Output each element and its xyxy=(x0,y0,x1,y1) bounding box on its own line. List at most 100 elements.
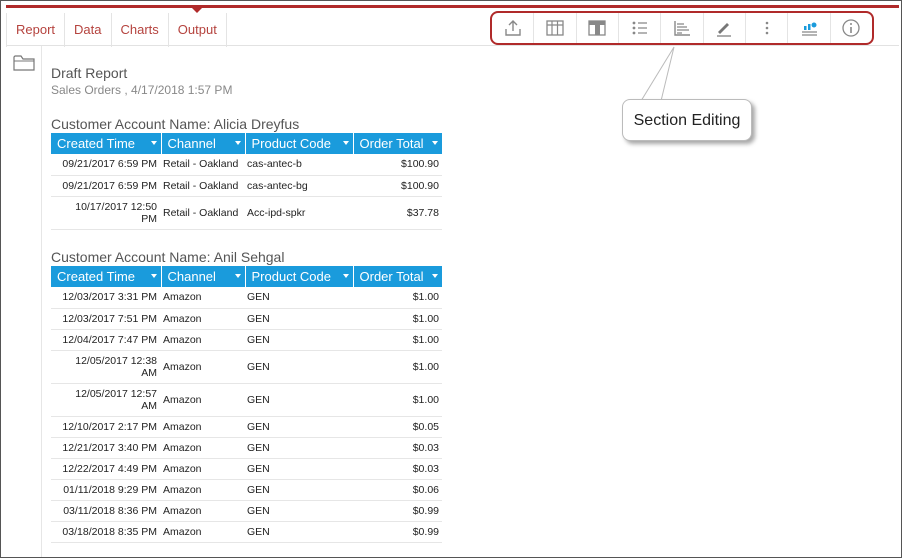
left-rail xyxy=(6,46,42,557)
cell-order-total: $1.00 xyxy=(353,350,442,384)
format-icon xyxy=(717,23,732,37)
tab-data[interactable]: Data xyxy=(65,13,112,47)
column-product-code[interactable]: Product Code xyxy=(245,133,354,154)
table-row: 10/17/2017 12:50 PM Retail - Oakland Acc-… xyxy=(51,196,442,230)
column-product-code[interactable]: Product Code xyxy=(245,266,354,287)
tab-output[interactable]: Output xyxy=(169,8,227,47)
cell-created-time: 12/04/2017 7:47 PM xyxy=(51,329,161,351)
column-created-time[interactable]: Created Time xyxy=(51,266,162,287)
cell-product-code: GEN xyxy=(245,437,353,459)
cell-channel: Amazon xyxy=(161,329,245,351)
cell-order-total: $1.00 xyxy=(353,329,442,351)
cell-created-time: 12/03/2017 3:31 PM xyxy=(51,287,161,309)
sort-caret-icon[interactable] xyxy=(234,274,241,278)
cell-product-code: GEN xyxy=(245,329,353,351)
cell-created-time: 01/11/2018 9:29 PM xyxy=(51,479,161,501)
table-button[interactable] xyxy=(534,13,577,43)
cell-channel: Amazon xyxy=(161,500,245,522)
orders-table: Created Time Channel Product Code Order … xyxy=(51,133,442,230)
cell-order-total: $1.00 xyxy=(353,287,442,309)
report-header: Draft Report Sales Orders , 4/17/2018 1:… xyxy=(51,65,232,97)
time-line-2: PM xyxy=(141,212,157,225)
cell-channel: Retail - Oakland xyxy=(161,196,245,230)
table-row: 12/21/2017 3:40 PM Amazon GEN $0.03 xyxy=(51,437,442,459)
cell-order-total: $100.90 xyxy=(353,175,442,197)
column-label: Created Time xyxy=(57,269,136,284)
list-icon xyxy=(632,21,647,35)
cell-created-time: 09/21/2017 6:59 PM xyxy=(51,175,161,197)
table-row: 09/21/2017 6:59 PM Retail - Oakland cas-… xyxy=(51,175,442,197)
cell-order-total: $0.03 xyxy=(353,458,442,480)
cell-order-total: $0.99 xyxy=(353,521,442,543)
column-order-total[interactable]: Order Total xyxy=(353,133,442,154)
cell-order-total: $0.03 xyxy=(353,437,442,459)
sort-caret-icon[interactable] xyxy=(342,274,349,278)
column-channel[interactable]: Channel xyxy=(161,266,246,287)
cell-order-total: $0.99 xyxy=(353,500,442,522)
table-row: 12/03/2017 7:51 PM Amazon GEN $1.00 xyxy=(51,308,442,330)
table-row: 09/21/2017 6:59 PM Retail - Oakland cas-… xyxy=(51,154,442,176)
column-channel[interactable]: Channel xyxy=(161,133,246,154)
tab-report[interactable]: Report xyxy=(6,13,66,47)
cell-product-code: GEN xyxy=(245,500,353,522)
cell-created-time: 12/05/2017 12:57 AM xyxy=(51,383,161,417)
cell-channel: Amazon xyxy=(161,383,245,417)
cell-channel: Amazon xyxy=(161,437,245,459)
info-button[interactable] xyxy=(831,13,872,43)
column-label: Product Code xyxy=(251,136,332,151)
sort-caret-icon[interactable] xyxy=(432,274,438,278)
table-row: 12/05/2017 12:57 AM Amazon GEN $1.00 xyxy=(51,383,442,417)
group-anil-sehgal: Customer Account Name: Anil Sehgal Creat… xyxy=(51,249,442,543)
group-title: Customer Account Name: Anil Sehgal xyxy=(51,249,285,265)
report-title: Draft Report xyxy=(51,65,128,81)
app-frame: Report Data Charts Output Draft Report S… xyxy=(0,0,902,558)
cell-product-code: GEN xyxy=(245,521,353,543)
cell-order-total: $100.90 xyxy=(353,154,442,176)
sort-caret-icon[interactable] xyxy=(150,274,157,278)
cell-product-code: GEN xyxy=(245,350,353,384)
list-button[interactable] xyxy=(619,13,662,43)
time-line-2: AM xyxy=(141,399,157,412)
cell-channel: Amazon xyxy=(161,350,245,384)
time-line-1: 12/05/2017 12:38 xyxy=(75,354,157,367)
export-icon xyxy=(504,20,521,36)
cell-created-time: 12/21/2017 3:40 PM xyxy=(51,437,161,459)
cell-created-time: 12/22/2017 4:49 PM xyxy=(51,458,161,480)
table-row: 03/11/2018 8:36 PM Amazon GEN $0.99 xyxy=(51,500,442,522)
cell-created-time: 03/18/2018 8:35 PM xyxy=(51,521,161,543)
layout-button[interactable] xyxy=(577,13,619,43)
cell-created-time: 03/11/2018 8:36 PM xyxy=(51,500,161,522)
cell-order-total: $1.00 xyxy=(353,308,442,330)
report-subtitle: Sales Orders , 4/17/2018 1:57 PM xyxy=(51,83,233,97)
format-button[interactable] xyxy=(704,13,746,43)
cell-product-code: GEN xyxy=(245,416,353,438)
cell-product-code: GEN xyxy=(245,479,353,501)
sort-caret-icon[interactable] xyxy=(342,141,349,145)
table-row: 01/11/2018 9:29 PM Amazon GEN $0.06 xyxy=(51,479,442,501)
sort-caret-icon[interactable] xyxy=(432,141,438,145)
time-line-1: 12/05/2017 12:57 xyxy=(75,387,157,400)
folder-icon[interactable] xyxy=(13,54,35,72)
cell-channel: Amazon xyxy=(161,308,245,330)
sort-caret-icon[interactable] xyxy=(150,141,157,145)
cell-channel: Amazon xyxy=(161,479,245,501)
group-title: Customer Account Name: Alicia Dreyfus xyxy=(51,116,300,132)
tab-charts[interactable]: Charts xyxy=(112,13,169,47)
cell-product-code: Acc-ipd-spkr xyxy=(245,196,353,230)
table-row: 12/05/2017 12:38 AM Amazon GEN $1.00 xyxy=(51,350,442,384)
tab-bar: Report Data Charts Output xyxy=(6,8,227,47)
more-options-button[interactable] xyxy=(746,13,789,43)
orders-table: Created Time Channel Product Code Order … xyxy=(51,266,442,543)
callout-pointer xyxy=(641,46,675,102)
chart-button[interactable] xyxy=(788,13,831,43)
top-bar: Report Data Charts Output xyxy=(6,5,899,47)
cell-created-time: 12/03/2017 7:51 PM xyxy=(51,308,161,330)
output-toolbar xyxy=(490,11,874,45)
column-created-time[interactable]: Created Time xyxy=(51,133,162,154)
column-order-total[interactable]: Order Total xyxy=(353,266,442,287)
cell-product-code: GEN xyxy=(245,458,353,480)
table-row: 12/10/2017 2:17 PM Amazon GEN $0.05 xyxy=(51,416,442,438)
sort-caret-icon[interactable] xyxy=(234,141,241,145)
section-editing-button[interactable] xyxy=(661,13,704,43)
export-button[interactable] xyxy=(492,13,535,43)
